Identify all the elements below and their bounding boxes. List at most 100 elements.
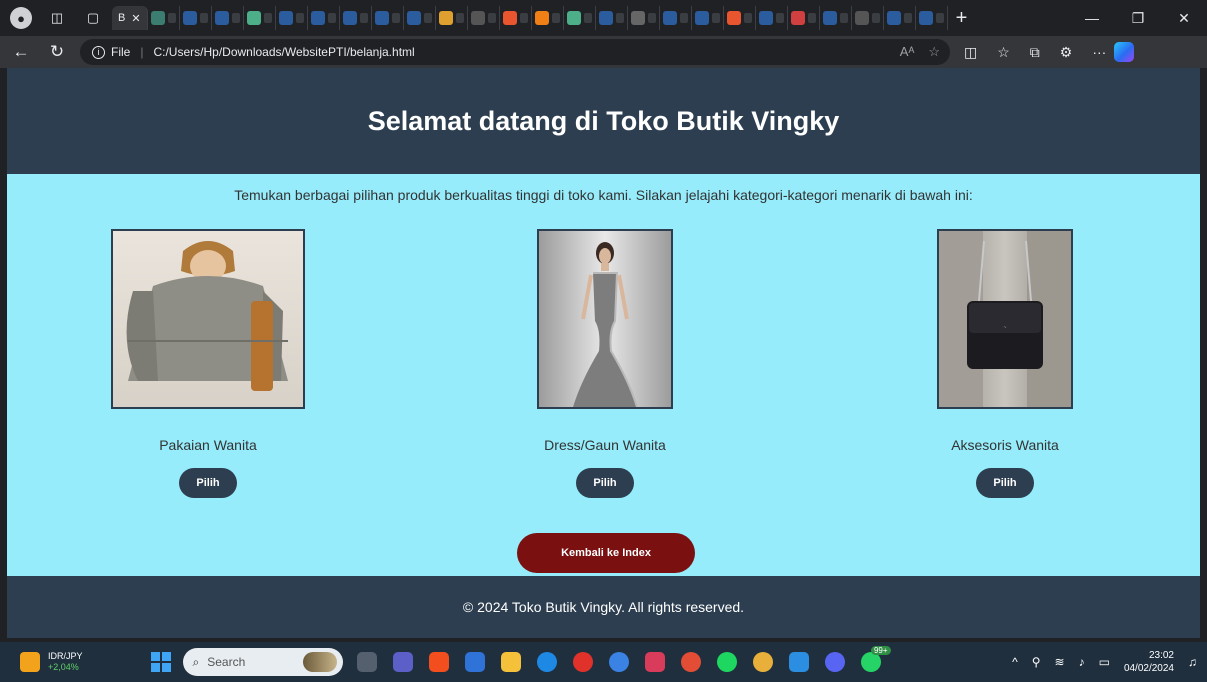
tab[interactable] xyxy=(596,6,628,30)
url-bar[interactable]: i File | C:/Users/Hp/Downloads/WebsitePT… xyxy=(80,39,950,65)
tab[interactable] xyxy=(468,6,500,30)
tab[interactable] xyxy=(884,6,916,30)
product-name: Dress/Gaun Wanita xyxy=(544,437,666,453)
opera-icon[interactable] xyxy=(572,652,593,672)
ticker-widget[interactable]: IDR/JPY +2,04% xyxy=(20,651,83,673)
close-window-icon[interactable]: ✕ xyxy=(1161,10,1207,27)
close-tab-icon[interactable]: ✕ xyxy=(131,12,140,25)
tab[interactable] xyxy=(788,6,820,30)
tab[interactable] xyxy=(660,6,692,30)
chrome-icon[interactable] xyxy=(752,652,773,672)
ticker-icon xyxy=(20,652,40,672)
store-icon[interactable] xyxy=(464,652,485,672)
wifi-icon[interactable]: ≋ xyxy=(1055,655,1065,669)
restore-icon[interactable]: ❐ xyxy=(1115,10,1161,27)
read-aloud-icon[interactable]: Aᴬ xyxy=(900,44,915,60)
favicon-icon xyxy=(534,11,549,25)
search-icon xyxy=(342,11,357,25)
tab[interactable] xyxy=(500,6,532,30)
tab-actions-icon[interactable]: ▢ xyxy=(82,7,104,29)
microphone-icon[interactable]: ⚲ xyxy=(1032,655,1041,669)
product-card-dress: Dress/Gaun Wanita Pilih xyxy=(536,229,674,498)
tab[interactable] xyxy=(244,6,276,30)
tab[interactable] xyxy=(756,6,788,30)
extensions-icon[interactable]: ⚙ xyxy=(1060,44,1073,61)
tab[interactable] xyxy=(276,6,308,30)
new-tab-button[interactable]: + xyxy=(956,7,968,30)
favicon-icon xyxy=(790,11,805,25)
taskbar-search-input[interactable]: ⌕ Search xyxy=(182,648,343,676)
pocket-icon[interactable] xyxy=(644,652,665,672)
clock[interactable]: 23:02 04/02/2024 xyxy=(1124,649,1174,675)
minimize-icon[interactable]: — xyxy=(1069,10,1115,26)
favorite-star-icon[interactable]: ☆ xyxy=(928,44,940,60)
search-icon xyxy=(598,11,613,25)
pilih-button-aksesoris[interactable]: Pilih xyxy=(976,468,1034,498)
windows-start-icon[interactable] xyxy=(150,652,171,672)
tab[interactable] xyxy=(372,6,404,30)
pilih-button-dress[interactable]: Pilih xyxy=(576,468,634,498)
file-explorer-icon[interactable] xyxy=(500,652,521,672)
svg-text:~: ~ xyxy=(1004,325,1007,331)
tab[interactable] xyxy=(628,6,660,30)
tab[interactable] xyxy=(148,6,180,30)
browser-icon[interactable] xyxy=(608,652,629,672)
split-screen-icon[interactable]: ◫ xyxy=(964,44,977,61)
pilih-button-pakaian[interactable]: Pilih xyxy=(179,468,237,498)
whatsapp-icon[interactable]: 99+ xyxy=(860,646,891,672)
favicon-icon xyxy=(566,11,581,25)
more-menu-button[interactable]: ··· xyxy=(1092,44,1106,61)
vscode-icon[interactable] xyxy=(788,652,809,672)
favorites-icon[interactable]: ☆ xyxy=(997,44,1010,61)
figma-icon[interactable] xyxy=(428,652,449,672)
tab[interactable] xyxy=(852,6,884,30)
spotify-icon[interactable] xyxy=(716,652,737,672)
refresh-icon[interactable]: ↻ xyxy=(42,42,72,62)
footer-text: © 2024 Toko Butik Vingky. All rights res… xyxy=(462,599,745,615)
wps-icon[interactable] xyxy=(680,652,701,672)
tab[interactable] xyxy=(308,6,340,30)
search-icon xyxy=(822,11,837,25)
browser-tab-bar: ● ◫ ▢ B ✕ + — ❐ ✕ xyxy=(0,0,1207,36)
search-icon xyxy=(886,11,901,25)
tab[interactable] xyxy=(692,6,724,30)
favicon-icon xyxy=(854,11,869,25)
edge-icon[interactable] xyxy=(536,652,557,672)
workspaces-icon[interactable]: ◫ xyxy=(46,7,68,29)
task-view-icon[interactable] xyxy=(356,652,377,672)
back-arrow-icon[interactable]: ← xyxy=(6,42,36,62)
ticker-symbol: IDR/JPY xyxy=(48,651,83,661)
speaker-icon[interactable]: ♪ xyxy=(1079,655,1085,669)
tab[interactable] xyxy=(340,6,372,30)
tab-active[interactable]: B ✕ xyxy=(112,6,148,30)
search-icon: ⌕ xyxy=(192,654,200,669)
tab[interactable] xyxy=(436,6,468,30)
copilot-icon[interactable] xyxy=(1114,42,1135,62)
tab[interactable] xyxy=(404,6,436,30)
tab[interactable] xyxy=(916,6,948,30)
teams-icon[interactable] xyxy=(392,652,413,672)
discord-icon[interactable] xyxy=(824,652,845,672)
tab-strip: B ✕ xyxy=(112,4,948,32)
clock-time: 23:02 xyxy=(1148,650,1174,661)
search-icon xyxy=(662,11,677,25)
profile-icon[interactable]: ● xyxy=(10,7,32,29)
info-icon[interactable]: i xyxy=(92,45,105,59)
site-header: Selamat datang di Toko Butik Vingky xyxy=(7,68,1200,174)
search-icon xyxy=(278,11,293,25)
page-title: Selamat datang di Toko Butik Vingky xyxy=(367,105,840,136)
tab[interactable] xyxy=(820,6,852,30)
tab[interactable] xyxy=(180,6,212,30)
notifications-bell-icon[interactable]: ♫ xyxy=(1188,655,1197,669)
pinned-apps: 99+ xyxy=(356,646,891,672)
collections-icon[interactable]: ⧉ xyxy=(1030,44,1040,61)
system-tray: ^ ⚲ ≋ ♪ ▭ 23:02 04/02/2024 ♫ xyxy=(1012,642,1197,682)
search-highlight-icon xyxy=(302,652,337,672)
tab[interactable] xyxy=(532,6,564,30)
chevron-up-icon[interactable]: ^ xyxy=(1012,655,1018,669)
battery-icon[interactable]: ▭ xyxy=(1099,655,1110,669)
tab[interactable] xyxy=(564,6,596,30)
tab[interactable] xyxy=(724,6,756,30)
back-to-index-button[interactable]: Kembali ke Index xyxy=(517,533,695,573)
tab[interactable] xyxy=(212,6,244,30)
